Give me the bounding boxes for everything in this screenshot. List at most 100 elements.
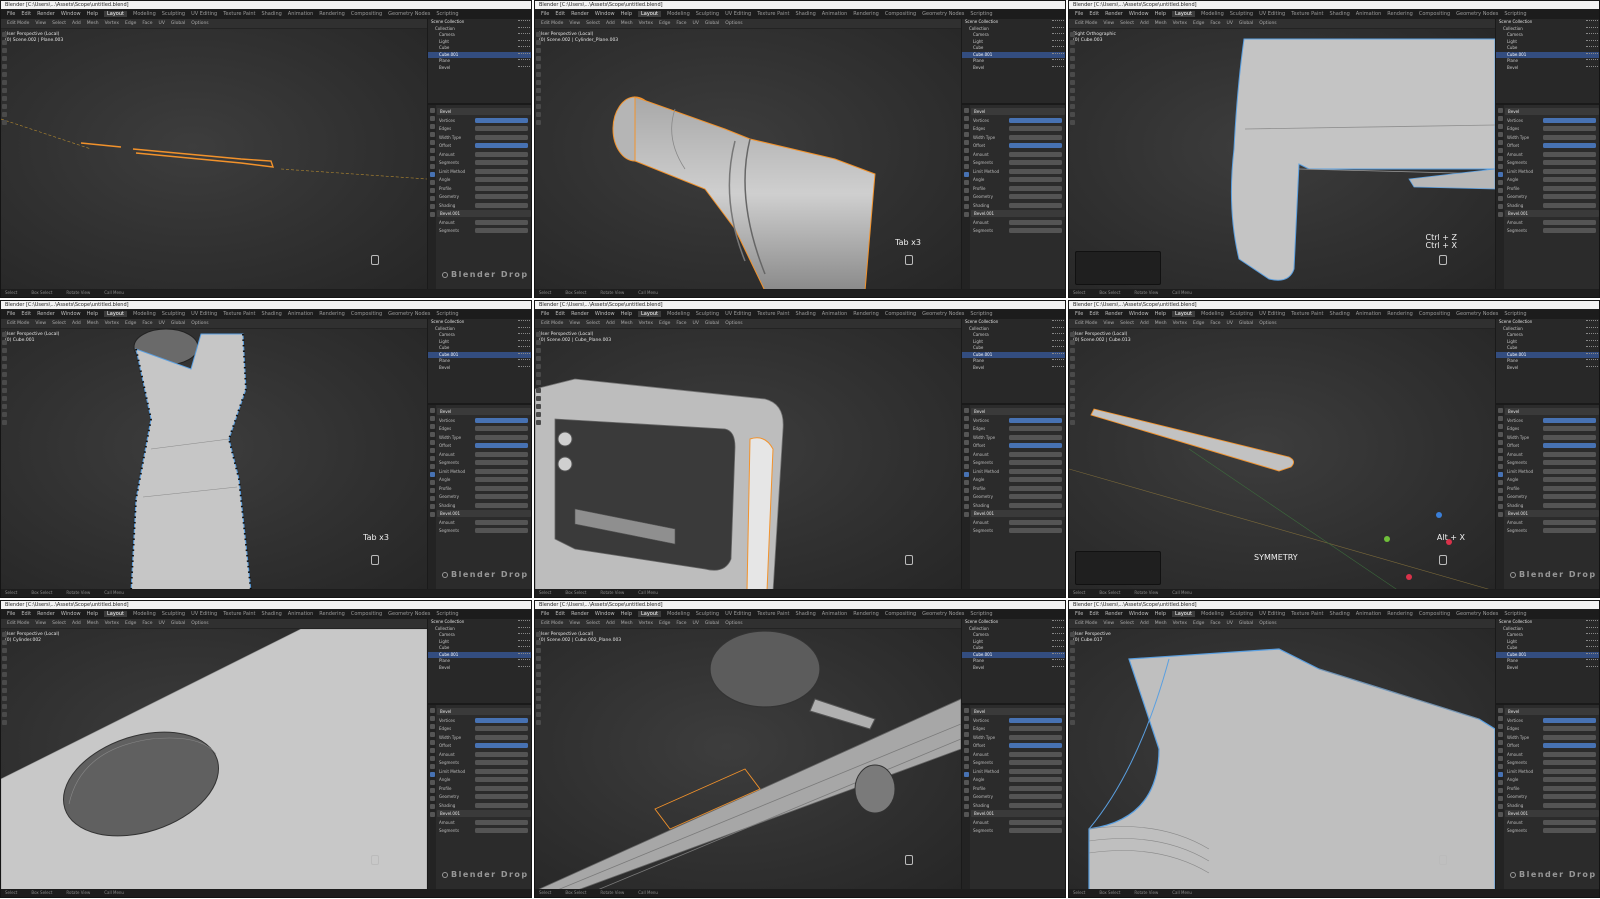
property-field[interactable] (475, 726, 528, 731)
modifier-panel-header[interactable]: Bevel.001 (971, 810, 1065, 817)
tab-workspace[interactable]: Texture Paint (1291, 611, 1323, 617)
properties-tab-icon[interactable] (1497, 416, 1503, 421)
visibility-icon[interactable] (1586, 20, 1598, 24)
tool-icon[interactable] (536, 648, 541, 653)
properties-tab-icon[interactable] (1497, 440, 1503, 445)
tab-workspace[interactable]: Scripting (436, 611, 458, 617)
visibility-icon[interactable] (1052, 33, 1064, 37)
hand-icon[interactable] (1439, 855, 1447, 865)
tool-icon[interactable] (536, 404, 541, 409)
outliner-item[interactable]: Bevel (1496, 65, 1599, 72)
tool-icon[interactable] (1070, 72, 1075, 77)
properties-tab-icon[interactable] (963, 716, 969, 721)
tab-workspace[interactable]: Layout (638, 611, 661, 617)
menu-help[interactable]: Help (1155, 611, 1166, 617)
modifier-panel-header[interactable]: Bevel.001 (437, 210, 531, 217)
visibility-icon[interactable] (1052, 359, 1064, 363)
modifier-panel-header[interactable]: Bevel (971, 108, 1065, 115)
property-field[interactable] (475, 760, 528, 765)
properties-tab-icon[interactable] (429, 108, 435, 113)
tab-workspace[interactable]: Layout (1172, 311, 1195, 317)
properties-tab-icon[interactable] (963, 448, 969, 453)
properties-tab-icon[interactable] (1497, 780, 1503, 785)
properties-tab-icon[interactable] (963, 780, 969, 785)
properties-tab-icon[interactable] (1497, 480, 1503, 485)
properties-tab-icon[interactable] (963, 724, 969, 729)
tab-workspace[interactable]: Modeling (133, 311, 156, 317)
tab-workspace[interactable]: Scripting (1504, 11, 1526, 17)
menu-edit[interactable]: Edit (21, 11, 31, 17)
header-item[interactable]: View (35, 321, 46, 326)
menu-file[interactable]: File (1075, 11, 1083, 17)
visibility-icon[interactable] (1586, 333, 1598, 337)
tool-icon[interactable] (2, 648, 7, 653)
property-field[interactable] (475, 768, 528, 774)
property-field[interactable] (1543, 726, 1596, 731)
tool-icon[interactable] (536, 48, 541, 53)
menu-edit[interactable]: Edit (21, 611, 31, 617)
tab-workspace[interactable]: Modeling (1201, 611, 1224, 617)
header-item[interactable]: Select (52, 621, 66, 626)
header-item[interactable]: Vertex (105, 321, 119, 326)
property-field[interactable] (1009, 502, 1062, 508)
visibility-icon[interactable] (518, 352, 530, 357)
tool-icon[interactable] (2, 340, 7, 345)
properties-tab-icon[interactable] (963, 164, 969, 169)
properties-tab-icon[interactable] (963, 488, 969, 493)
header-item[interactable]: Vertex (1173, 21, 1187, 26)
property-field[interactable] (1543, 828, 1596, 833)
tab-workspace[interactable]: Compositing (1419, 611, 1450, 617)
property-field[interactable] (1009, 151, 1062, 157)
property-field[interactable] (1543, 734, 1596, 740)
tool-icon[interactable] (536, 640, 541, 645)
property-field[interactable] (1543, 802, 1596, 808)
tool-icon[interactable] (536, 364, 541, 369)
property-field[interactable] (475, 434, 528, 440)
property-field[interactable] (1543, 417, 1596, 423)
tool-icon[interactable] (2, 396, 7, 401)
visibility-icon[interactable] (1586, 665, 1598, 670)
tab-workspace[interactable]: UV Editing (191, 11, 217, 17)
properties-tab-icon[interactable] (1497, 496, 1503, 501)
tool-icon[interactable] (1070, 88, 1075, 93)
header-item[interactable]: Edge (125, 21, 136, 26)
visibility-icon[interactable] (1586, 352, 1598, 357)
property-field[interactable] (1543, 177, 1596, 182)
visibility-icon[interactable] (1052, 333, 1064, 337)
menu-edit[interactable]: Edit (555, 311, 565, 317)
visibility-icon[interactable] (518, 33, 530, 37)
tool-icon[interactable] (2, 704, 7, 709)
tool-icon[interactable] (1070, 632, 1075, 637)
properties-tab-icon[interactable] (429, 204, 435, 209)
properties-tab-icon[interactable] (963, 772, 969, 777)
tool-icon[interactable] (2, 380, 7, 385)
properties-tab-icon[interactable] (963, 140, 969, 145)
property-field[interactable] (1543, 777, 1596, 782)
tab-workspace[interactable]: Shading (1329, 11, 1349, 17)
tool-icon[interactable] (2, 640, 7, 645)
tab-workspace[interactable]: UV Editing (191, 611, 217, 617)
3d-viewport[interactable]: User Perspective (Local) (0) Scene.002 |… (1069, 329, 1495, 591)
tool-icon[interactable] (1070, 648, 1075, 653)
visibility-icon[interactable] (1586, 346, 1598, 350)
properties-tab-icon[interactable] (1497, 108, 1503, 113)
visibility-icon[interactable] (518, 665, 530, 670)
header-item[interactable]: Add (606, 21, 615, 26)
tool-icon[interactable] (2, 40, 7, 45)
header-item[interactable]: Add (1140, 321, 1149, 326)
header-item[interactable]: View (1103, 321, 1114, 326)
tab-workspace[interactable]: Sculpting (696, 611, 719, 617)
tab-workspace[interactable]: Scripting (1504, 611, 1526, 617)
visibility-icon[interactable] (1586, 320, 1598, 324)
property-field[interactable] (1009, 494, 1062, 499)
property-field[interactable] (1009, 768, 1062, 774)
properties-tab-icon[interactable] (1497, 504, 1503, 509)
property-field[interactable] (475, 134, 528, 140)
property-field[interactable] (1009, 743, 1062, 748)
tab-workspace[interactable]: UV Editing (725, 311, 751, 317)
header-item[interactable]: Face (142, 321, 152, 326)
header-item[interactable]: Select (1120, 321, 1134, 326)
3d-viewport[interactable]: User Perspective (Local) (0) Scene.002 |… (535, 29, 961, 291)
tab-workspace[interactable]: Rendering (853, 611, 879, 617)
menu-edit[interactable]: Edit (1089, 311, 1099, 317)
